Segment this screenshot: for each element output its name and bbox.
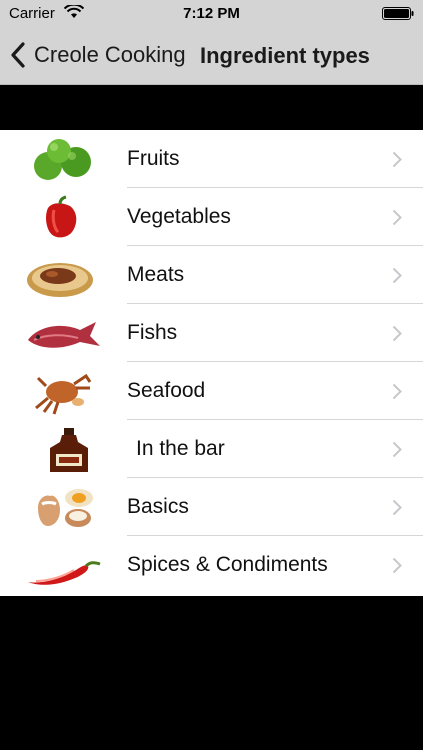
chevron-right-icon [392, 499, 402, 516]
list-item-spices-condiments[interactable]: Spices & Condiments [0, 536, 423, 594]
list-item-label: Basics [127, 495, 189, 518]
chili-pepper-icon [28, 561, 101, 585]
list-item-vegetables[interactable]: Vegetables [0, 188, 423, 246]
list-item-label: Fruits [127, 147, 180, 170]
battery-icon [382, 7, 414, 20]
ingredient-type-list: Fruits Vegetables Meats Fishs Seafood In… [0, 130, 423, 596]
chevron-left-icon [11, 42, 25, 68]
meat-plate-icon [27, 263, 93, 297]
list-item-meats[interactable]: Meats [0, 246, 423, 304]
list-item-fruits[interactable]: Fruits [0, 130, 423, 188]
list-item-label: Fishs [127, 321, 178, 344]
navigation-bar: Creole Cooking Ingredient types [0, 28, 423, 84]
chevron-right-icon [392, 383, 402, 400]
clock: 7:12 PM [183, 5, 240, 22]
chevron-right-icon [392, 557, 402, 574]
list-item-label: Spices & Condiments [127, 553, 328, 576]
eggs-icon [38, 489, 93, 527]
list-item-fishs[interactable]: Fishs [0, 304, 423, 362]
chevron-right-icon [392, 441, 402, 458]
chevron-right-icon [392, 151, 402, 168]
list-item-label: Meats [127, 263, 185, 286]
list-item-label: Seafood [127, 379, 206, 402]
red-pepper-icon [46, 195, 77, 238]
list-item-label: In the bar [136, 437, 225, 460]
top-bar: Carrier 7:12 PM Creole Cooking Ingredien… [0, 0, 423, 85]
back-button[interactable]: Creole Cooking [10, 40, 186, 70]
chevron-right-icon [392, 209, 402, 226]
chevron-right-icon [392, 325, 402, 342]
crab-icon [35, 373, 92, 415]
list-item-seafood[interactable]: Seafood [0, 362, 423, 420]
page-title: Ingredient types [200, 43, 370, 68]
status-bar: Carrier 7:12 PM [0, 0, 423, 28]
back-button-label: Creole Cooking [34, 42, 186, 67]
rum-bottle-icon [50, 428, 88, 472]
list-item-label: Vegetables [127, 205, 231, 228]
red-fish-icon [28, 322, 100, 348]
list-item-basics[interactable]: Basics [0, 478, 423, 536]
chevron-right-icon [392, 267, 402, 284]
list-item-in-the-bar[interactable]: In the bar [0, 420, 423, 478]
limes-icon [34, 139, 91, 180]
